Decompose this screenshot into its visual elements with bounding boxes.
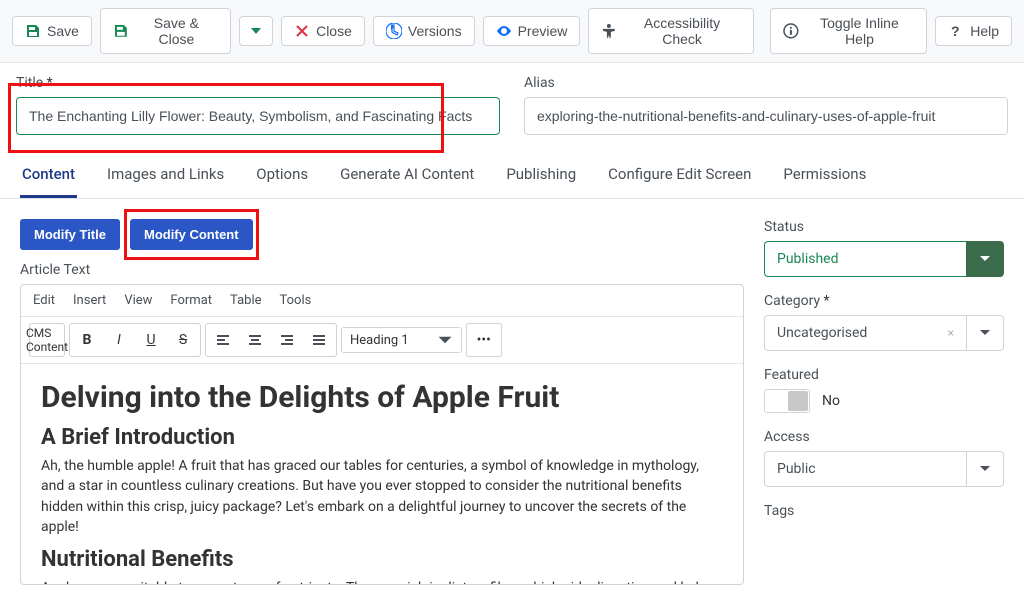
save-close-button[interactable]: Save & Close [100,8,231,54]
featured-toggle[interactable] [764,389,810,413]
status-select[interactable]: Published [764,241,1004,277]
modify-content-button[interactable]: Modify Content [130,219,253,250]
modify-title-button[interactable]: Modify Title [20,219,120,250]
versions-icon [386,23,402,39]
chevron-down-icon[interactable] [966,451,1004,487]
align-center-button[interactable] [240,326,270,354]
help-button[interactable]: ? Help [935,16,1012,46]
align-right-button[interactable] [272,326,302,354]
spellcheck-word: fiber [490,580,517,584]
save-close-label: Save & Close [135,15,218,47]
tab-configure-edit[interactable]: Configure Edit Screen [606,153,753,198]
menu-tools[interactable]: Tools [280,293,312,308]
editor-toolbar: CMS Content B I U S Heading [21,317,743,364]
tab-content[interactable]: Content [20,153,77,198]
tab-generate-ai[interactable]: Generate AI Content [338,153,476,198]
tab-bar: Content Images and Links Options Generat… [0,153,1024,199]
tab-options[interactable]: Options [254,153,310,198]
title-input[interactable] [16,97,500,135]
accessibility-button[interactable]: Accessibility Check [588,8,754,54]
tab-permissions[interactable]: Permissions [781,153,868,198]
bold-button[interactable]: B [72,326,102,354]
tags-label: Tags [764,503,1004,519]
save-button[interactable]: Save [12,16,92,46]
save-icon [113,23,129,39]
access-select[interactable]: Public [764,451,1004,487]
save-dropdown-button[interactable] [239,16,273,46]
close-icon [294,23,310,39]
question-icon: ? [948,23,964,39]
editor-menubar: Edit Insert View Format Table Tools [21,285,743,317]
menu-view[interactable]: View [124,293,152,308]
menu-insert[interactable]: Insert [73,293,106,308]
menu-table[interactable]: Table [230,293,261,308]
tab-publishing[interactable]: Publishing [504,153,578,198]
menu-format[interactable]: Format [170,293,212,308]
chevron-down-icon [437,332,453,348]
more-button[interactable]: ••• [469,326,499,354]
save-label: Save [47,23,79,39]
editor-content[interactable]: Delving into the Delights of Apple Fruit… [21,364,743,584]
sidebar: Status Published Category Uncategorised … [764,219,1004,525]
rich-editor: Edit Insert View Format Table Tools CMS … [20,284,744,585]
preview-label: Preview [518,23,568,39]
versions-button[interactable]: Versions [373,16,475,46]
strike-button[interactable]: S [168,326,198,354]
chevron-down-icon[interactable] [966,315,1004,351]
block-format-select[interactable]: Heading 1 [341,327,462,353]
category-select[interactable]: Uncategorised × [764,315,1004,351]
close-label: Close [316,23,352,39]
access-label: Access [764,429,1004,445]
toggle-help-label: Toggle Inline Help [805,15,914,47]
accessibility-icon [601,23,617,39]
chevron-down-icon [248,23,264,39]
category-label: Category [764,293,1004,309]
title-label: Title [16,75,500,91]
align-justify-button[interactable] [304,326,334,354]
clear-icon[interactable]: × [948,326,954,340]
featured-label: Featured [764,367,1004,383]
preview-button[interactable]: Preview [483,16,581,46]
ai-action-row: Modify Title Modify Content [20,219,744,250]
top-toolbar: Save Save & Close Close Versions Preview… [0,0,1024,63]
content-h2-intro: A Brief Introduction [41,425,723,450]
help-label: Help [970,23,999,39]
a11y-label: Accessibility Check [623,15,741,47]
chevron-down-icon[interactable] [966,241,1004,277]
content-h1: Delving into the Delights of Apple Fruit [41,380,723,415]
content-p2: Apples are a veritable treasure trove of… [41,578,723,584]
featured-value: No [822,393,840,409]
versions-label: Versions [408,23,462,39]
menu-edit[interactable]: Edit [33,293,55,308]
underline-button[interactable]: U [136,326,166,354]
tab-images-links[interactable]: Images and Links [105,153,226,198]
align-left-button[interactable] [208,326,238,354]
content-h2-benefits: Nutritional Benefits [41,547,723,572]
alias-label: Alias [524,75,1008,91]
svg-text:?: ? [951,23,960,39]
title-alias-row: Title Alias [0,63,1024,147]
eye-icon [496,23,512,39]
status-label: Status [764,219,1004,235]
alias-input[interactable] [524,97,1008,135]
italic-button[interactable]: I [104,326,134,354]
info-icon [783,23,799,39]
cms-content-button[interactable]: CMS Content [32,326,62,354]
content-p1: Ah, the humble apple! A fruit that has g… [41,456,723,537]
close-button[interactable]: Close [281,16,365,46]
toggle-help-button[interactable]: Toggle Inline Help [770,8,927,54]
article-text-label: Article Text [20,262,744,278]
save-icon [25,23,41,39]
